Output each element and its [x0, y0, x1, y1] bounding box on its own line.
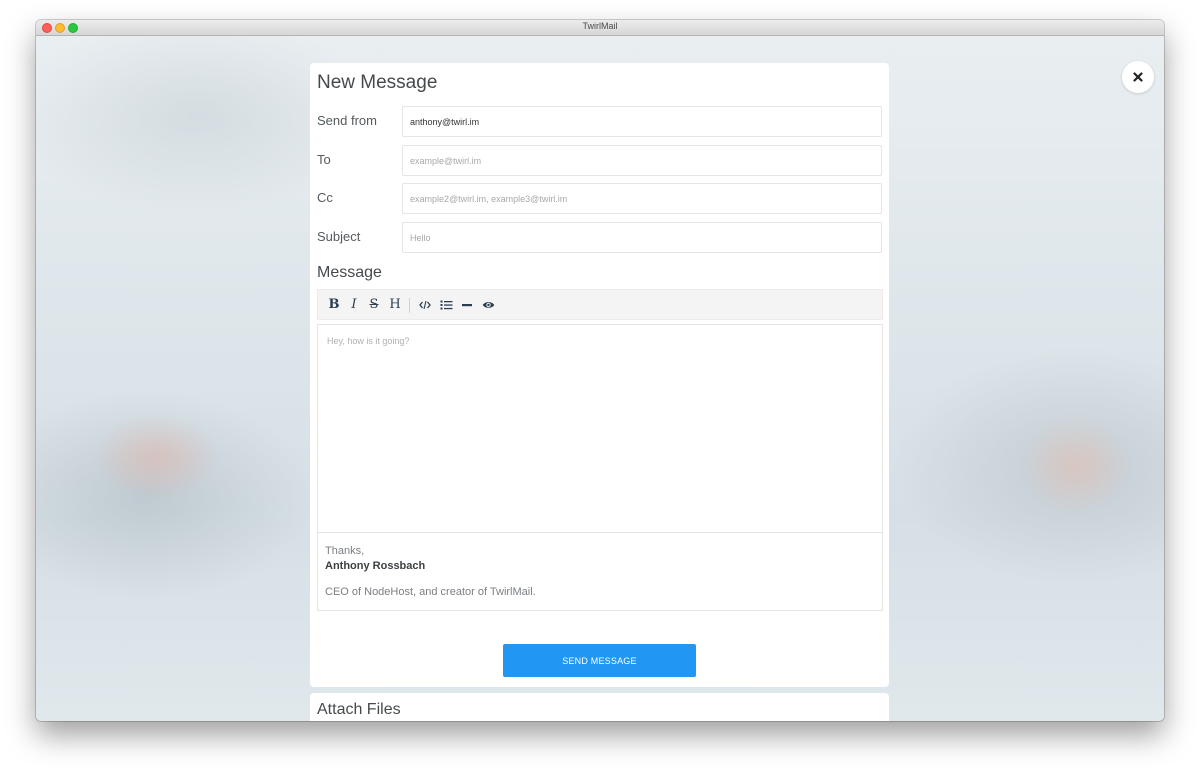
italic-button[interactable]: I — [347, 297, 361, 313]
close-compose-button[interactable] — [1122, 61, 1154, 93]
message-heading: Message — [317, 264, 382, 281]
attach-files-card: Attach Files — [310, 693, 889, 721]
message-body-editor[interactable] — [317, 324, 883, 532]
subject-input[interactable] — [402, 222, 882, 253]
window-title: TwirlMail — [582, 21, 618, 31]
heading-button[interactable]: H — [387, 297, 403, 313]
horizontal-rule-button[interactable] — [460, 297, 474, 313]
subject-label: Subject — [317, 229, 361, 244]
list-button[interactable] — [439, 297, 453, 313]
app-window: TwirlMail New Message Send from To Cc Su… — [36, 20, 1164, 721]
editor-toolbar: B I S H — [317, 289, 883, 320]
title-bar[interactable]: TwirlMail — [36, 20, 1164, 36]
signature-title: CEO of NodeHost, and creator of TwirlMai… — [325, 586, 536, 598]
close-icon — [1133, 72, 1143, 82]
bold-button[interactable]: B — [327, 297, 341, 313]
eye-icon — [482, 302, 494, 308]
cc-label: Cc — [317, 190, 333, 205]
strikethrough-button[interactable]: S — [367, 297, 381, 313]
send-from-label: Send from — [317, 113, 377, 128]
compose-card: New Message Send from To Cc Subject Mess… — [310, 63, 889, 687]
code-icon — [419, 300, 431, 310]
to-label: To — [317, 152, 331, 167]
attach-files-title: Attach Files — [317, 701, 401, 718]
signature-greeting: Thanks, — [325, 545, 365, 557]
toolbar-divider — [409, 298, 410, 313]
list-icon — [440, 300, 452, 310]
cc-input[interactable] — [402, 183, 882, 214]
to-input[interactable] — [402, 145, 882, 176]
send-message-button[interactable]: SEND MESSAGE — [503, 644, 696, 677]
horizontal-rule-icon — [462, 304, 472, 307]
signature-block: Thanks, Anthony Rossbach CEO of NodeHost… — [317, 532, 883, 611]
preview-button[interactable] — [481, 297, 495, 313]
code-button[interactable] — [418, 297, 432, 313]
compose-title: New Message — [317, 72, 438, 93]
send-from-input[interactable] — [402, 106, 882, 137]
blurred-background: New Message Send from To Cc Subject Mess… — [36, 36, 1164, 721]
signature-name: Anthony Rossbach — [325, 560, 426, 572]
